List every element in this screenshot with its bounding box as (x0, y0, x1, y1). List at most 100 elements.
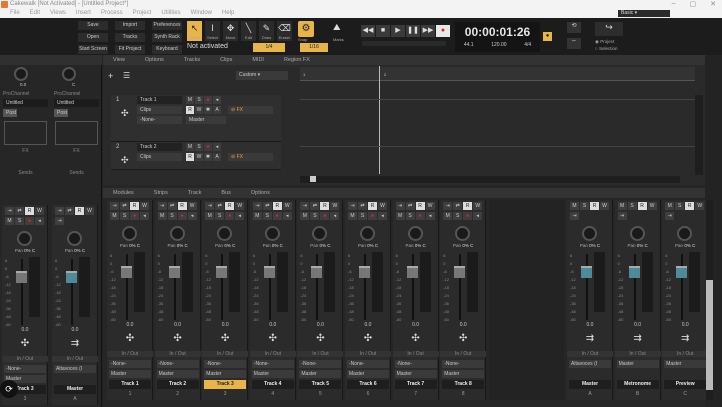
strip-name[interactable]: Track 8 (442, 380, 485, 389)
solo-button[interactable]: S (405, 212, 415, 220)
mute-button[interactable]: M (186, 143, 194, 151)
track-view-menu-item[interactable]: Clips (210, 55, 242, 65)
strip-name[interactable]: Preview (664, 380, 707, 389)
timeline-ruler[interactable]: 1 2 (300, 67, 695, 81)
phase-button[interactable]: ⇥ (300, 202, 310, 210)
console-menu-item[interactable]: Bus (211, 188, 240, 198)
write-automation-button[interactable]: W (330, 202, 340, 210)
mute-button[interactable]: M (443, 212, 453, 220)
mute-button[interactable]: M (110, 212, 119, 220)
console-menu-item[interactable]: Strips (144, 188, 178, 198)
track-header[interactable]: 1 Track 1 M S ● ◂ R W ✱ A Clips ⊖ FX ✣ -None- Master (111, 95, 281, 142)
track-view-menu-item[interactable]: Region FX (274, 55, 320, 65)
input-echo-button[interactable]: ◂ (140, 212, 149, 220)
minimize-button[interactable]: – (672, 0, 676, 8)
tool-draw[interactable]: ✎ Draw (259, 21, 274, 41)
input-dropdown[interactable]: -None- (347, 360, 389, 368)
volume-fader[interactable] (121, 266, 132, 278)
pan-knob[interactable] (582, 226, 597, 241)
strip-name[interactable]: Track 6 (347, 380, 389, 389)
phase-button[interactable]: ⇥ (395, 202, 405, 210)
solo-button[interactable]: S (120, 212, 129, 220)
input-dropdown[interactable]: -None- (204, 360, 247, 368)
mute-button[interactable]: M (348, 212, 357, 220)
input-dropdown[interactable]: -None- (109, 360, 151, 368)
pan-knob[interactable] (67, 231, 82, 246)
track-name[interactable]: Track 2 (137, 143, 182, 151)
write-automation-button[interactable]: W (600, 202, 609, 210)
write-automation-button[interactable]: W (695, 202, 705, 210)
input-dropdown[interactable]: -None- (251, 360, 294, 368)
stop-button[interactable]: ■ (376, 25, 390, 37)
interleave-button[interactable]: ⇄ (167, 202, 177, 210)
volume-fader[interactable] (16, 271, 27, 283)
output-dropdown[interactable]: Master (186, 116, 226, 124)
mute-button[interactable]: M (157, 212, 167, 220)
fx-bin[interactable]: FX (3, 148, 48, 154)
record-arm-button[interactable]: ● (25, 217, 34, 225)
solo-button[interactable]: S (195, 143, 203, 151)
write-automation-button[interactable]: W (195, 153, 203, 161)
mute-button[interactable]: M (300, 212, 310, 220)
input-echo-button[interactable]: ◂ (35, 217, 44, 225)
pan-knob[interactable] (677, 226, 693, 241)
mute-button[interactable]: M (570, 202, 579, 210)
record-button[interactable]: ● (436, 25, 450, 37)
volume-value[interactable]: 0.0 (345, 322, 391, 328)
phase-button[interactable]: ⇥ (252, 202, 262, 210)
clips-dropdown[interactable]: Clips (137, 106, 182, 114)
volume-fader[interactable] (359, 266, 370, 278)
mute-button[interactable]: M (252, 212, 262, 220)
volume-fader[interactable] (581, 266, 592, 278)
strip-name[interactable]: Track 1 (109, 380, 151, 389)
read-automation-button[interactable]: R (186, 106, 194, 114)
tool-select[interactable]: I Select (205, 21, 220, 41)
strip-name[interactable]: Track 4 (251, 380, 294, 389)
input-dropdown[interactable]: -None- (394, 360, 437, 368)
write-automation-button[interactable]: W (187, 202, 197, 210)
phase-button[interactable]: ⇥ (157, 202, 167, 210)
export-icon[interactable]: ↪ (595, 22, 623, 36)
pan-knob[interactable] (629, 226, 645, 241)
pan-knob[interactable] (455, 226, 471, 241)
output-dropdown[interactable]: Master (109, 370, 151, 378)
pan-knob[interactable] (217, 226, 233, 241)
volume-value[interactable]: 0.0 (107, 322, 153, 328)
menu-utilities[interactable]: Utilities (161, 9, 180, 18)
fx-bin[interactable]: FX (54, 148, 99, 154)
gain-knob[interactable] (14, 67, 28, 81)
input-dropdown[interactable]: -None- (4, 365, 46, 373)
read-automation-button[interactable]: R (320, 202, 330, 210)
interleave-button[interactable]: ⇄ (15, 207, 24, 215)
archive-button[interactable]: A (213, 153, 221, 161)
read-automation-button[interactable]: R (590, 202, 599, 210)
strip-name[interactable]: Master (54, 385, 96, 394)
solo-button[interactable]: S (167, 212, 177, 220)
track-view-menu-item[interactable]: Tracks (174, 55, 210, 65)
loop-icon[interactable]: ⟲ (567, 22, 581, 33)
input-dropdown[interactable]: -None- (137, 116, 182, 124)
track-view-menu-item[interactable]: View (103, 55, 135, 65)
fx-bin[interactable]: ⊖ FX (228, 153, 273, 161)
input-dropdown[interactable]: -None- (299, 360, 342, 368)
read-automation-button[interactable]: R (272, 202, 282, 210)
record-arm-button[interactable]: ● (225, 212, 235, 220)
read-automation-button[interactable]: R (637, 202, 647, 210)
solo-button[interactable]: S (215, 212, 225, 220)
record-arm-button[interactable]: ● (177, 212, 187, 220)
strip-name[interactable]: Track 5 (299, 380, 342, 389)
read-automation-button[interactable]: R (415, 202, 425, 210)
interleave-button[interactable]: ⇄ (262, 202, 272, 210)
volume-fader[interactable] (676, 266, 688, 278)
pan-knob[interactable] (360, 226, 375, 241)
clips-dropdown[interactable]: Clips (137, 153, 182, 161)
write-automation-button[interactable]: W (378, 202, 387, 210)
pause-button[interactable]: ❚❚ (406, 25, 420, 37)
solo-button[interactable]: S (580, 202, 589, 210)
pan-knob[interactable] (312, 226, 328, 241)
phase-button[interactable]: ⇥ (205, 202, 215, 210)
pan-knob[interactable] (169, 226, 185, 241)
phase-button[interactable]: ⇥ (665, 212, 675, 220)
write-automation-button[interactable]: W (85, 207, 94, 215)
output-dropdown[interactable]: Master (299, 370, 342, 378)
